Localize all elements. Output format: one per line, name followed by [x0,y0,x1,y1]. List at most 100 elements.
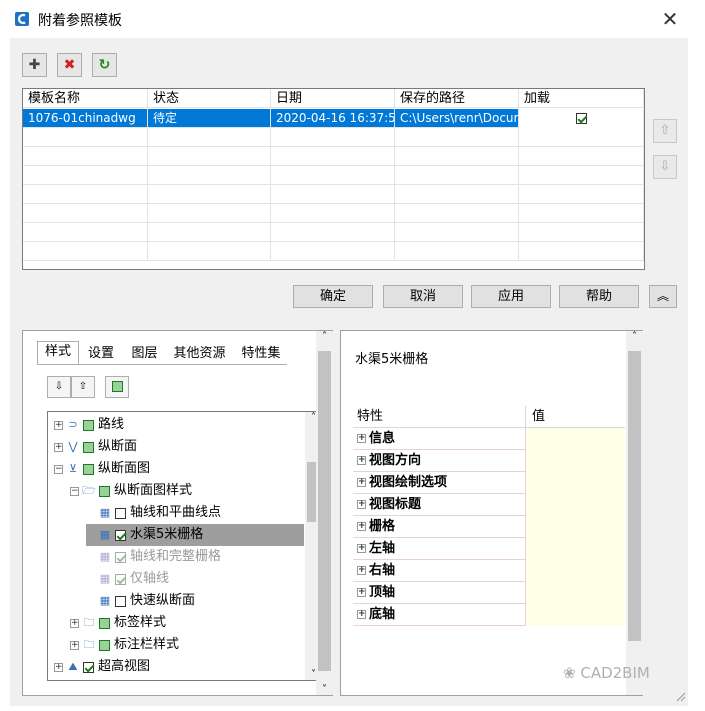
table-row[interactable] [23,223,644,242]
title-bar: 附着参照模板 ✕ [0,0,705,38]
expand-icon[interactable]: + [357,478,366,487]
chevron-up-icon[interactable]: ˄ [316,331,333,342]
expand-icon[interactable]: + [357,588,366,597]
expand-tree-button[interactable]: ⇩ [47,376,71,398]
table-row[interactable] [23,128,644,147]
tab-2[interactable]: 图层 [123,344,166,364]
tree-node[interactable]: ▦ 水渠5米栅格 [86,524,304,546]
move-up-button[interactable]: ⇧ [653,119,677,143]
property-name: + 视图绘制选项 [353,472,525,494]
tree-node[interactable]: + ⋁ 纵断面 [54,436,137,458]
table-cell [148,128,271,147]
property-value[interactable] [525,582,625,604]
expand-icon[interactable]: + [70,640,79,650]
property-value[interactable] [525,428,625,450]
column-header[interactable]: 模板名称 [23,89,148,108]
chevron-up-icon[interactable]: ˄ [626,331,643,342]
refresh-button[interactable]: ↻ [92,53,117,77]
select-style-button[interactable] [105,376,129,398]
property-row[interactable]: + 视图标题 [353,494,625,516]
expand-icon[interactable]: + [70,618,79,628]
property-value[interactable] [525,604,625,626]
table-cell [271,147,395,166]
tree-node[interactable]: + ⛰ 超高视图 [54,656,150,678]
property-label: 视图绘制选项 [369,475,448,490]
property-value[interactable] [525,494,625,516]
table-row[interactable] [23,185,644,204]
tree-node[interactable]: − 🗁 纵断面图样式 [70,480,192,502]
property-row[interactable]: + 右轴 [353,560,625,582]
expand-icon[interactable]: + [357,610,366,619]
expand-icon[interactable]: + [357,434,366,443]
expand-icon[interactable]: + [357,456,366,465]
right-panel-scroll-thumb[interactable] [628,351,641,641]
style-checkbox[interactable] [115,551,126,563]
property-row[interactable]: + 信息 [353,428,625,450]
remove-template-button[interactable]: ✖ [57,53,82,77]
column-header[interactable]: 日期 [271,89,395,108]
expand-icon[interactable]: + [357,566,366,575]
property-value[interactable] [525,538,625,560]
load-checkbox[interactable] [575,113,587,124]
style-checkbox[interactable] [115,595,126,607]
tree-node[interactable]: + 🗀 标签样式 [70,612,166,634]
table-row[interactable] [23,147,644,166]
property-row[interactable]: + 视图方向 [353,450,625,472]
collapse-icon[interactable]: − [70,486,79,496]
collapse-tree-button[interactable]: ⇧ [71,376,95,398]
column-header[interactable]: 保存的路径 [395,89,519,108]
table-row[interactable] [23,166,644,185]
property-value[interactable] [525,450,625,472]
expand-icon[interactable]: + [357,522,366,531]
left-panel-scroll-thumb[interactable] [318,351,331,671]
tree-node[interactable]: − ⊻ 纵断面图 [54,458,150,480]
tree-node[interactable]: ▦ 轴线和平曲线点 [86,502,221,524]
move-down-button[interactable]: ⇩ [653,155,677,179]
tab-4[interactable]: 特性集 [233,344,289,364]
style-checkbox[interactable] [115,573,126,585]
style-checkbox[interactable] [115,529,126,541]
apply-button[interactable]: 应用 [471,285,551,308]
property-value[interactable] [525,472,625,494]
property-value[interactable] [525,516,625,538]
table-row[interactable] [23,204,644,223]
resize-grip-icon[interactable] [674,690,686,702]
expand-icon[interactable]: + [54,442,63,452]
property-row[interactable]: + 栅格 [353,516,625,538]
style-checkbox[interactable] [83,661,94,673]
property-row[interactable]: + 视图绘制选项 [353,472,625,494]
property-row[interactable]: + 底轴 [353,604,625,626]
tree-node[interactable]: ▦ 快速纵断面 [86,590,195,612]
expand-icon[interactable]: + [54,420,63,430]
tab-1[interactable]: 设置 [79,344,123,364]
ok-button[interactable]: 确定 [293,285,373,308]
add-template-button[interactable]: ✚ [22,53,47,77]
table-row[interactable]: 1076-01chinadwg 待定 2020-04-16 16:37:56 C:\U… [23,109,644,128]
tab-3[interactable]: 其他资源 [166,344,233,364]
expand-icon[interactable]: + [54,662,63,672]
expand-icon[interactable]: + [357,500,366,509]
tree-node-label: 轴线和完整栅格 [130,549,222,564]
right-panel-scrollbar[interactable]: ˄ [626,331,643,695]
tree-node[interactable]: ▦ 仅轴线 [86,568,169,590]
column-header[interactable]: 状态 [148,89,271,108]
tree-node[interactable]: ▦ 轴线和完整栅格 [86,546,221,568]
expand-icon[interactable]: + [357,544,366,553]
collapse-icon[interactable]: − [54,464,63,474]
table-row[interactable] [23,242,644,261]
collapse-button[interactable]: ︽ [649,285,677,308]
style-checkbox[interactable] [115,507,126,519]
cancel-button[interactable]: 取消 [383,285,463,308]
property-value[interactable] [525,560,625,582]
tab-0[interactable]: 样式 [37,341,79,365]
left-panel-scrollbar[interactable]: ˄ ˅ [316,331,333,695]
close-icon[interactable]: ✕ [656,6,684,32]
property-row[interactable]: + 左轴 [353,538,625,560]
profile-view-icon: ⊻ [68,462,78,475]
column-header[interactable]: 加载 [519,89,644,108]
help-button[interactable]: 帮助 [559,285,639,308]
tree-node[interactable]: + ⊃ 路线 [54,414,124,436]
property-row[interactable]: + 顶轴 [353,582,625,604]
chevron-down-icon[interactable]: ˅ [316,684,333,695]
tree-node[interactable]: + 🗀 标注栏样式 [70,634,179,656]
